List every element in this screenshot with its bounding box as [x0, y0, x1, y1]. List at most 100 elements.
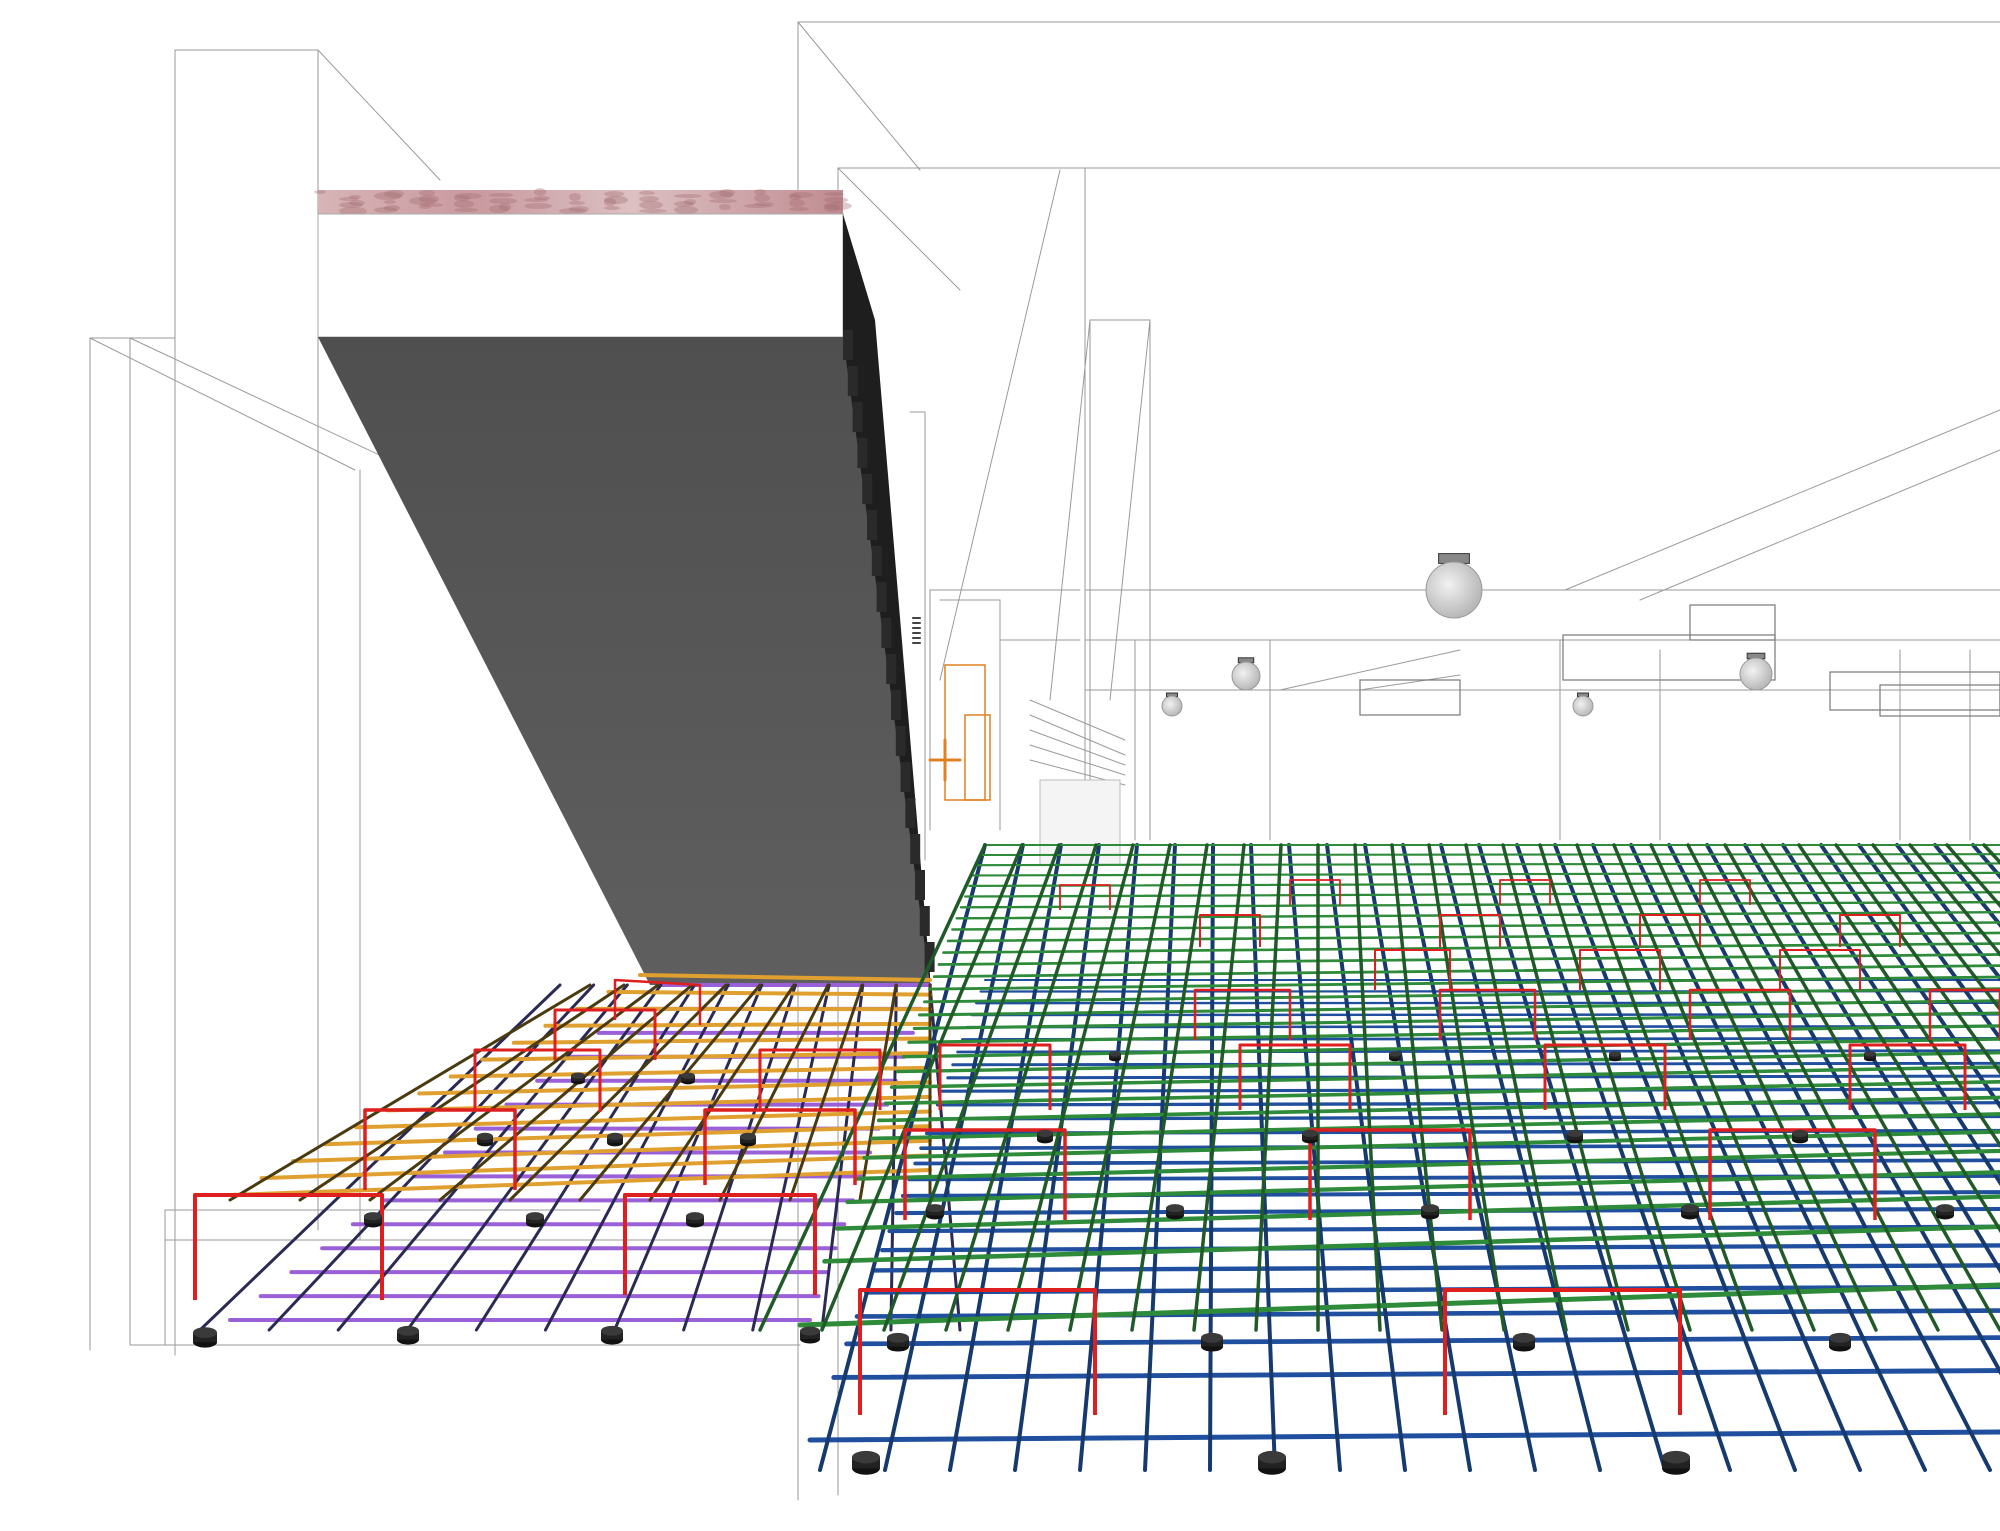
rebar-grid-left — [198, 973, 962, 1332]
rebar-top-green — [980, 853, 2000, 857]
marble-vein — [789, 199, 805, 207]
spacer-top — [1302, 1129, 1318, 1137]
beam-step — [843, 330, 853, 360]
rebar-top-dark — [1501, 843, 1630, 1332]
ceiling-lamp-icon — [1572, 692, 1594, 717]
rebar-chair-icon — [1109, 1051, 1121, 1062]
marble-vein — [454, 195, 470, 201]
spacer-top — [1258, 1450, 1286, 1464]
marble-vein — [789, 207, 809, 211]
beam-step — [891, 690, 901, 720]
marble-vein — [569, 201, 585, 205]
beam-step — [881, 618, 892, 648]
beam-top — [317, 213, 844, 338]
lamp-globe — [1231, 661, 1261, 691]
beam-front — [318, 337, 930, 985]
marble-vein — [639, 196, 659, 202]
rebar-stirrup — [1439, 914, 1501, 947]
rebar-chair-icon — [193, 1327, 217, 1348]
spacer-top — [1166, 1204, 1184, 1213]
spacer-top — [571, 1072, 585, 1079]
marble-vein — [454, 200, 474, 208]
lamp-globe — [1739, 657, 1773, 691]
beam-step — [871, 546, 882, 576]
rebar-top-orange — [511, 1036, 932, 1045]
marble-vein — [639, 191, 655, 195]
wire-edge — [1049, 319, 1091, 701]
rebar-chair-icon — [1792, 1129, 1808, 1144]
rebar-bottom-blue — [844, 1335, 2000, 1347]
spacer-top — [1421, 1204, 1439, 1213]
marble-vein — [384, 200, 396, 204]
marble-vein — [339, 202, 363, 208]
marble-vein — [824, 192, 844, 196]
stair-block — [1039, 779, 1121, 866]
ceiling-lamp-icon — [1425, 553, 1483, 619]
marble-vein — [674, 201, 694, 207]
marble-vein — [674, 206, 698, 214]
rebar-top-green — [928, 975, 2000, 991]
rebar-chair-icon — [1302, 1129, 1318, 1144]
spacer-top — [1609, 1051, 1621, 1057]
marble-vein — [419, 205, 431, 209]
rebar-top-orange — [606, 989, 932, 997]
spacer-top — [1389, 1051, 1401, 1057]
beam-step — [919, 906, 930, 936]
rebar-chair-icon — [1166, 1204, 1184, 1220]
rebar-chair-icon — [1829, 1332, 1851, 1352]
wire-edge — [317, 49, 441, 181]
marble-vein — [604, 198, 616, 206]
marble-vein — [489, 205, 509, 213]
rebar-chair-icon — [477, 1132, 493, 1147]
spacer-top — [1936, 1204, 1954, 1213]
marble-vein — [709, 191, 733, 199]
rebar-bottom-blue — [807, 1429, 2000, 1443]
spacer-top — [1662, 1450, 1690, 1464]
beam-step — [905, 798, 916, 828]
rebar-chair-icon — [1567, 1129, 1583, 1144]
spacer-top — [601, 1325, 623, 1336]
marble-vein — [559, 208, 587, 214]
rebar-chair-icon — [1864, 1051, 1876, 1062]
rebar-chair-icon — [1258, 1450, 1286, 1475]
rebar-chair-icon — [686, 1212, 704, 1228]
rebar-chair-icon — [1662, 1450, 1690, 1475]
spacer-top — [607, 1132, 623, 1140]
rebar-chair-icon — [526, 1212, 544, 1228]
rebar-chair-icon — [1609, 1051, 1621, 1062]
marble-vein — [524, 198, 548, 202]
rebar-chair-icon — [1421, 1204, 1439, 1220]
wire-edge — [1029, 699, 1126, 741]
rebar-chair-icon — [571, 1072, 585, 1085]
marble-vein — [489, 193, 513, 197]
spacer-top — [852, 1450, 880, 1464]
rebar-chair-icon — [681, 1072, 695, 1085]
concrete-beam — [314, 188, 935, 985]
spacer-top — [1513, 1332, 1535, 1343]
spacer-top — [926, 1204, 944, 1213]
rebar-chair-icon — [852, 1450, 880, 1475]
spacer-top — [887, 1332, 909, 1343]
marble-vein — [419, 190, 435, 196]
beam-step — [847, 366, 858, 396]
marble-vein — [524, 203, 552, 209]
rebar-stirrup — [1199, 914, 1261, 947]
lamp-globe — [1572, 695, 1594, 717]
spacer-top — [397, 1325, 419, 1336]
rebar-stirrup — [623, 1193, 817, 1295]
beam-step — [876, 582, 887, 612]
wire-edge — [1639, 449, 2000, 601]
marble-vein — [374, 192, 402, 200]
marble-vein — [824, 197, 848, 203]
rebar-grid-right — [758, 843, 2000, 1472]
rebar-chair-icon — [740, 1132, 756, 1147]
marble-vein — [789, 194, 801, 200]
marble-vein — [489, 198, 517, 204]
beam-step — [867, 510, 877, 540]
rebar-top-green — [976, 862, 2000, 867]
rebar-top-green — [942, 942, 2000, 954]
rebar-chair-icon — [1389, 1051, 1401, 1062]
rebar-chair-icon — [926, 1204, 944, 1220]
beam-step — [862, 474, 873, 504]
marble-vein — [604, 206, 620, 210]
